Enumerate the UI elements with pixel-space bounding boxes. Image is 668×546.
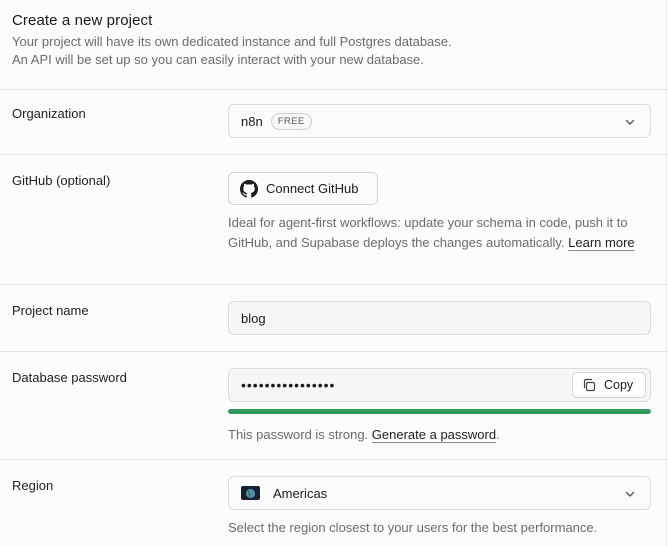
trailing-period: . [496,427,500,442]
subtitle-line-2: An API will be set up so you can easily … [12,52,424,67]
chevron-down-icon [625,491,635,497]
region-description: Select the region closest to your users … [228,520,598,535]
divider [0,89,666,90]
organization-value: n8n [241,113,263,129]
password-strength-fill [228,409,651,414]
project-name-value: blog [241,310,266,326]
globe-icon [241,486,260,500]
right-border [666,0,667,546]
connect-github-button[interactable]: Connect GitHub [228,172,378,205]
divider [0,459,666,460]
form-header: Create a new project Your project will h… [0,0,666,89]
region-label: Region [12,478,54,493]
copy-label: Copy [604,378,634,392]
page-title: Create a new project [12,12,153,29]
learn-more-link[interactable]: Learn more [568,235,634,250]
database-password-label: Database password [12,370,127,385]
generate-password-link[interactable]: Generate a password [372,427,496,442]
page-subtitle: Your project will have its own dedicated… [12,33,666,69]
copy-icon [583,378,596,392]
organization-label: Organization [12,106,86,121]
organization-select[interactable]: n8n FREE [228,104,651,138]
divider [0,351,666,352]
region-value: Americas [273,485,328,501]
divider [0,154,666,155]
connect-github-label: Connect GitHub [266,181,359,196]
project-name-label: Project name [12,303,89,318]
copy-password-button[interactable]: Copy [572,372,646,398]
password-strength-message: This password is strong. Generate a pass… [228,425,653,445]
strength-text: This password is strong. [228,427,369,442]
subtitle-line-1: Your project will have its own dedicated… [12,34,452,49]
password-strength-bar [228,409,651,414]
password-value: •••••••••••••••• [241,377,336,393]
github-description: Ideal for agent-first workflows: update … [228,213,653,252]
github-icon [240,179,258,198]
github-label: GitHub (optional) [12,173,111,188]
project-name-input[interactable]: blog [228,301,651,335]
database-password-input[interactable]: •••••••••••••••• Copy [228,368,651,402]
plan-badge: FREE [270,112,312,130]
divider [0,284,666,285]
chevron-down-icon [625,119,635,125]
region-select[interactable]: Americas [228,476,651,510]
